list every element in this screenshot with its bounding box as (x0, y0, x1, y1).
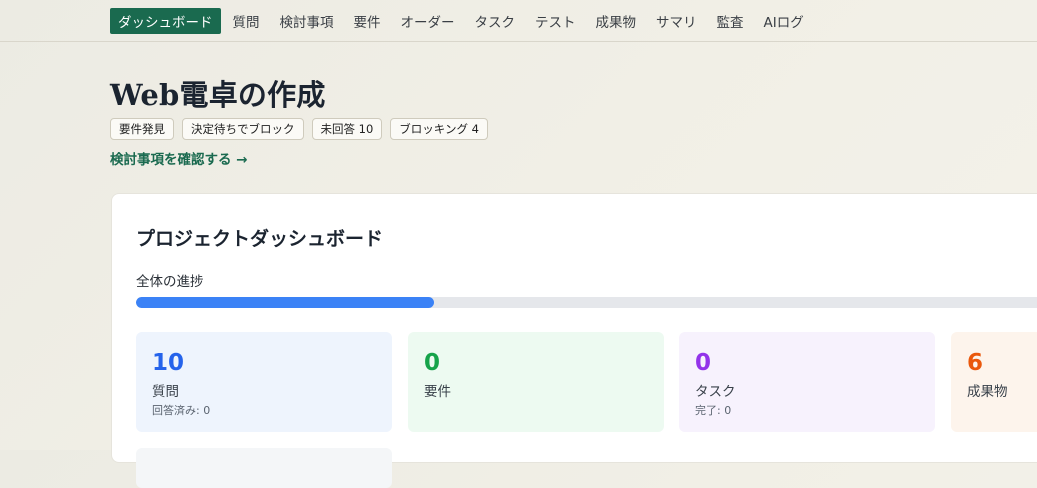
nav-tasks[interactable]: タスク (465, 8, 526, 34)
stat-sub: 回答済み: 0 (152, 404, 211, 417)
stat-card-deliverables[interactable]: 6 成果物 (951, 332, 1037, 432)
stat-value: 0 (424, 350, 441, 376)
stat-value: 0 (695, 350, 712, 376)
review-considerations-link[interactable]: 検討事項を確認する → (110, 148, 248, 168)
top-nav: ダッシュボード 質問 検討事項 要件 オーダー タスク テスト 成果物 サマリ … (0, 0, 1037, 42)
nav-audit[interactable]: 監査 (707, 8, 754, 34)
nav-questions[interactable]: 質問 (223, 8, 270, 34)
stat-label: 成果物 (967, 384, 1008, 400)
stat-value: 6 (967, 350, 984, 376)
stat-label: タスク (695, 384, 736, 400)
nav-considerations[interactable]: 検討事項 (270, 8, 344, 34)
progress-bar (136, 297, 1037, 308)
nav-deliverables[interactable]: 成果物 (586, 8, 647, 34)
stat-card-questions[interactable]: 10 質問 回答済み: 0 (136, 332, 392, 432)
page-title: Web電卓の作成 (110, 78, 326, 112)
status-badge: 決定待ちでブロック (182, 118, 304, 140)
nav-dashboard[interactable]: ダッシュボード (110, 7, 221, 34)
dashboard-title: プロジェクトダッシュボード (136, 228, 384, 250)
stat-card-tasks[interactable]: 0 タスク 完了: 0 (679, 332, 935, 432)
nav-tests[interactable]: テスト (525, 8, 586, 34)
status-badge: 要件発見 (110, 118, 174, 140)
progress-label: 全体の進捗 (136, 274, 204, 290)
status-badges: 要件発見 決定待ちでブロック 未回答 10 ブロッキング 4 (110, 118, 488, 140)
dashboard-card: プロジェクトダッシュボード 全体の進捗 10 質問 回答済み: 0 0 要件 0… (111, 193, 1037, 488)
stat-card-next-row (136, 448, 392, 488)
nav-orders[interactable]: オーダー (391, 8, 465, 34)
status-badge: 未回答 10 (311, 118, 383, 140)
status-badge: ブロッキング 4 (390, 118, 488, 140)
stat-sub: 完了: 0 (695, 404, 732, 417)
nav-requirements[interactable]: 要件 (344, 8, 391, 34)
stat-label: 要件 (424, 384, 451, 400)
stat-label: 質問 (152, 384, 179, 400)
nav-ai-log[interactable]: AIログ (754, 8, 814, 34)
stat-value: 10 (152, 350, 185, 376)
stat-card-requirements[interactable]: 0 要件 (408, 332, 664, 432)
nav-summary[interactable]: サマリ (646, 8, 707, 34)
progress-fill (136, 297, 434, 308)
